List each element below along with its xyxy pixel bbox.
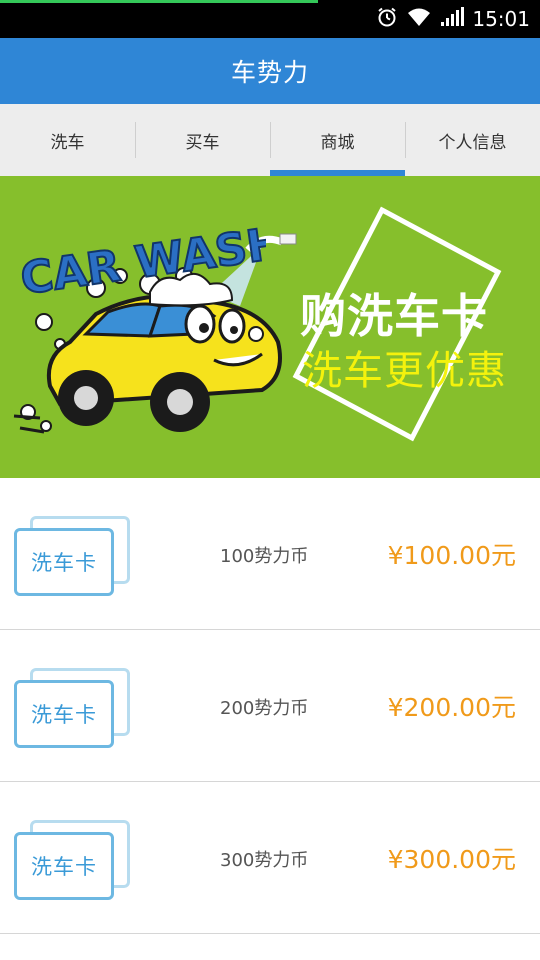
tab-car-wash[interactable]: 洗车 [0,104,135,176]
tab-mall[interactable]: 商城 [270,104,405,176]
status-progress-indicator [0,0,318,3]
price: ¥300.00元 [387,845,516,874]
app-header: 车势力 [0,38,540,104]
wifi-icon [406,7,432,31]
coin-amount: 100势力币 [220,546,309,567]
coin-amount: 200势力币 [220,698,309,719]
car-wash-card-icon: 洗车卡 [14,514,134,598]
banner-headline: 购洗车卡 [300,289,488,343]
status-time: 15:01 [472,7,530,31]
promo-banner[interactable]: CAR WASH 购洗车卡 洗车更优惠 [0,176,540,478]
card-label: 洗车卡 [31,855,97,879]
product-list: 洗车卡 100势力币 ¥100.00元 洗车卡 200势力币 ¥200.00元 … [0,478,540,934]
tab-bar: 洗车 买车 商城 个人信息 [0,104,540,176]
banner-subheadline: 洗车更优惠 [302,348,507,394]
status-bar: 15:01 [0,0,540,38]
list-item[interactable]: 洗车卡 300势力币 ¥300.00元 [0,782,540,934]
alarm-icon [376,6,398,32]
car-wash-logo-text: CAR WASH [18,224,266,304]
list-item[interactable]: 洗车卡 200势力币 ¥200.00元 [0,630,540,782]
tab-profile[interactable]: 个人信息 [405,104,540,176]
card-label: 洗车卡 [31,551,97,575]
list-item[interactable]: 洗车卡 100势力币 ¥100.00元 [0,478,540,630]
coin-amount: 300势力币 [220,850,309,871]
card-label: 洗车卡 [31,703,97,727]
car-wash-card-icon: 洗车卡 [14,818,134,902]
price: ¥200.00元 [387,693,516,722]
car-wash-logo: CAR WASH [17,224,266,304]
tab-buy-car[interactable]: 买车 [135,104,270,176]
status-icons: 15:01 [376,6,530,32]
signal-icon [440,7,465,31]
price: ¥100.00元 [387,541,516,570]
car-wash-card-icon: 洗车卡 [14,666,134,750]
page-title: 车势力 [230,58,309,87]
